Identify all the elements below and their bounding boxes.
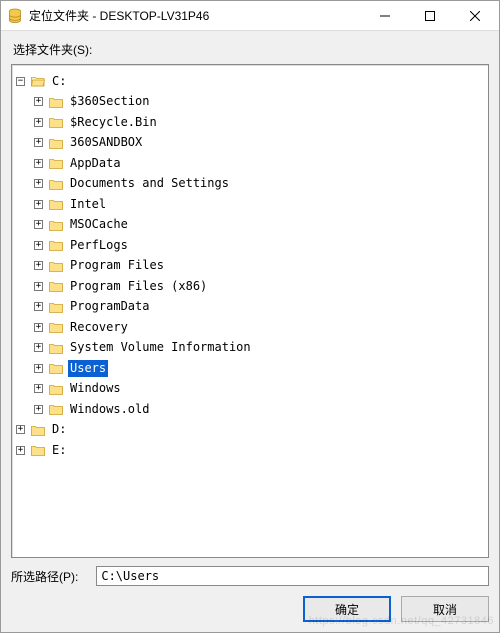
tree-node-label[interactable]: $Recycle.Bin — [68, 114, 159, 131]
minimize-button[interactable] — [362, 2, 407, 30]
path-row: 所选路径(P): — [11, 566, 489, 586]
expand-toggle-icon[interactable]: + — [34, 282, 43, 291]
tree-node-label[interactable]: Users — [68, 360, 108, 377]
tree-node[interactable]: + PerfLogs — [14, 237, 130, 254]
tree-node[interactable]: + Intel — [14, 196, 108, 213]
expand-toggle-icon[interactable]: + — [34, 323, 43, 332]
folder-icon — [49, 157, 63, 169]
selected-path-label: 所选路径(P): — [11, 568, 78, 585]
folder-icon — [49, 137, 63, 149]
select-folder-label: 选择文件夹(S): — [13, 41, 489, 58]
folder-open-icon — [31, 75, 45, 87]
cancel-button[interactable]: 取消 — [401, 596, 489, 622]
selected-path-input[interactable] — [96, 566, 489, 586]
expand-toggle-icon[interactable]: + — [16, 425, 25, 434]
window-title: 定位文件夹 - DESKTOP-LV31P46 — [29, 7, 362, 24]
folder-icon — [49, 239, 63, 251]
tree-node[interactable]: + Program Files — [14, 257, 166, 274]
expand-toggle-icon[interactable]: + — [34, 302, 43, 311]
folder-icon — [49, 301, 63, 313]
tree-node[interactable]: + AppData — [14, 155, 123, 172]
tree-node-label[interactable]: PerfLogs — [68, 237, 130, 254]
tree-node-label[interactable]: Recovery — [68, 319, 130, 336]
tree-node-label[interactable]: AppData — [68, 155, 123, 172]
tree-node[interactable]: + System Volume Information — [14, 339, 253, 356]
tree-node[interactable]: + $360Section — [14, 93, 151, 110]
expand-toggle-icon[interactable]: + — [34, 261, 43, 270]
tree-node-label[interactable]: ProgramData — [68, 298, 151, 315]
folder-icon — [49, 116, 63, 128]
tree-node-label[interactable]: E: — [50, 442, 68, 459]
maximize-button[interactable] — [407, 2, 452, 30]
close-button[interactable] — [452, 2, 497, 30]
expand-toggle-icon[interactable]: + — [34, 159, 43, 168]
collapse-toggle-icon[interactable]: − — [16, 77, 25, 86]
dialog-buttons: 确定 取消 — [11, 596, 489, 622]
tree-node-label[interactable]: Intel — [68, 196, 108, 213]
folder-icon — [49, 198, 63, 210]
expand-toggle-icon[interactable]: + — [34, 384, 43, 393]
tree-node[interactable]: + $Recycle.Bin — [14, 114, 159, 131]
tree-node[interactable]: +360SANDBOX — [14, 134, 144, 151]
folder-icon — [49, 342, 63, 354]
folder-icon — [49, 280, 63, 292]
tree-node-label[interactable]: Documents and Settings — [68, 175, 231, 192]
tree-node[interactable]: + Recovery — [14, 319, 130, 336]
tree-node-label[interactable]: MSOCache — [68, 216, 130, 233]
folder-icon — [49, 383, 63, 395]
folder-icon — [49, 178, 63, 190]
expand-toggle-icon[interactable]: + — [34, 97, 43, 106]
expand-toggle-icon[interactable]: + — [34, 118, 43, 127]
tree-node[interactable]: + ProgramData — [14, 298, 151, 315]
expand-toggle-icon[interactable]: + — [34, 364, 43, 373]
tree-node-label[interactable]: System Volume Information — [68, 339, 253, 356]
expand-toggle-icon[interactable]: + — [34, 405, 43, 414]
expand-toggle-icon[interactable]: + — [34, 200, 43, 209]
tree-node-label[interactable]: Program Files (x86) — [68, 278, 209, 295]
expand-toggle-icon[interactable]: + — [34, 343, 43, 352]
folder-icon — [49, 96, 63, 108]
titlebar: 定位文件夹 - DESKTOP-LV31P46 — [1, 1, 499, 31]
expand-toggle-icon[interactable]: + — [34, 220, 43, 229]
tree-node[interactable]: + Windows.old — [14, 401, 151, 418]
folder-icon — [31, 424, 45, 436]
client-area: 选择文件夹(S): − C: + $360Section + $Recycle.Bin +3… — [1, 31, 499, 632]
folder-icon — [49, 219, 63, 231]
expand-toggle-icon[interactable]: + — [34, 179, 43, 188]
ok-button[interactable]: 确定 — [303, 596, 391, 622]
folder-icon — [49, 362, 63, 374]
tree-node[interactable]: + MSOCache — [14, 216, 130, 233]
tree-node[interactable]: + Documents and Settings — [14, 175, 231, 192]
tree-node-label[interactable]: D: — [50, 421, 68, 438]
tree-node[interactable]: + Windows — [14, 380, 123, 397]
tree-node-label[interactable]: 360SANDBOX — [68, 134, 144, 151]
folder-icon — [49, 403, 63, 415]
folder-icon — [31, 444, 45, 456]
tree-node-label[interactable]: Windows — [68, 380, 123, 397]
tree-node[interactable]: + D: — [14, 421, 68, 438]
database-icon — [7, 8, 23, 24]
folder-icon — [49, 260, 63, 272]
folder-icon — [49, 321, 63, 333]
folder-tree[interactable]: −C:+$360Section+$Recycle.Bin+360SANDBOX+… — [11, 64, 489, 558]
tree-node[interactable]: − C: — [14, 73, 68, 90]
tree-node[interactable]: + Program Files (x86) — [14, 278, 209, 295]
expand-toggle-icon[interactable]: + — [34, 241, 43, 250]
window-controls — [362, 2, 497, 30]
tree-node[interactable]: + Users — [14, 360, 108, 377]
tree-node-label[interactable]: C: — [50, 73, 68, 90]
dialog-window: 定位文件夹 - DESKTOP-LV31P46 选择文件夹(S): − C: + $3… — [0, 0, 500, 633]
expand-toggle-icon[interactable]: + — [16, 446, 25, 455]
tree-node-label[interactable]: Program Files — [68, 257, 166, 274]
tree-node-label[interactable]: Windows.old — [68, 401, 151, 418]
tree-node-label[interactable]: $360Section — [68, 93, 151, 110]
expand-toggle-icon[interactable]: + — [34, 138, 43, 147]
tree-node[interactable]: + E: — [14, 442, 68, 459]
